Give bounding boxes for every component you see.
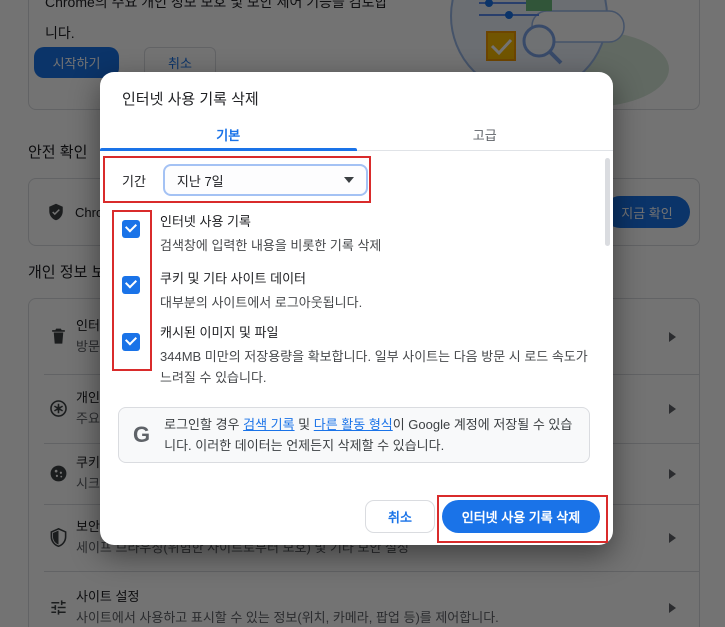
- cached-images-row[interactable]: 캐시된 이미지 및 파일 344MB 미만의 저장용량을 확보합니다. 일부 사…: [122, 324, 588, 388]
- notice-part1: 로그인할 경우: [164, 417, 244, 432]
- checkbox-description: 대부분의 사이트에서 로그아웃됩니다.: [160, 295, 363, 310]
- checkbox-label: 쿠키 및 기타 사이트 데이터: [160, 271, 307, 286]
- clear-data-button[interactable]: 인터넷 사용 기록 삭제: [442, 500, 600, 533]
- dialog-tabs: 기본 고급: [100, 118, 613, 151]
- cookies-data-row[interactable]: 쿠키 및 기타 사이트 데이터 대부분의 사이트에서 로그아웃됩니다.: [122, 270, 582, 313]
- browsing-history-checkbox[interactable]: [122, 220, 140, 238]
- google-account-notice: G 로그인할 경우 검색 기록 및 다른 활동 형식이 Google 계정에 저…: [118, 407, 590, 463]
- notice-text: 로그인할 경우 검색 기록 및 다른 활동 형식이 Google 계정에 저장될…: [164, 414, 575, 456]
- search-history-link[interactable]: 검색 기록: [243, 417, 294, 432]
- screen: Chrome의 주요 개인 정보 보호 및 보안 제어 기능을 검토합 니다. …: [0, 0, 725, 627]
- time-range-row: 기간 지난 7일: [122, 164, 368, 196]
- tab-basic-label: 기본: [216, 127, 241, 143]
- active-tab-underline: [100, 148, 357, 151]
- browsing-history-row[interactable]: 인터넷 사용 기록 검색창에 입력한 내용을 비롯한 기록 삭제: [122, 213, 582, 256]
- cookies-checkbox[interactable]: [122, 276, 140, 294]
- checkbox-description: 검색창에 입력한 내용을 비롯한 기록 삭제: [160, 238, 382, 253]
- dialog-cancel-button[interactable]: 취소: [365, 500, 435, 533]
- cached-images-checkbox[interactable]: [122, 333, 140, 351]
- time-range-label: 기간: [122, 173, 146, 189]
- time-range-value: 지난 7일: [176, 173, 224, 189]
- checkbox-label: 인터넷 사용 기록: [160, 214, 251, 229]
- time-range-select[interactable]: 지난 7일: [162, 164, 368, 196]
- notice-part2: 및: [294, 417, 314, 432]
- checkbox-description: 344MB 미만의 저장용량을 확보합니다. 일부 사이트는 다음 방문 시 로…: [160, 349, 588, 385]
- tab-advanced-label: 고급: [472, 127, 497, 143]
- checkbox-label: 캐시된 이미지 및 파일: [160, 325, 279, 340]
- tab-basic[interactable]: 기본: [100, 118, 357, 151]
- tab-advanced[interactable]: 고급: [357, 118, 614, 150]
- clear-browsing-data-dialog: 인터넷 사용 기록 삭제 기본 고급 기간 지난 7일 인터넷 사용 기록 검색…: [100, 72, 613, 545]
- dropdown-caret-icon: [343, 177, 354, 183]
- dialog-title: 인터넷 사용 기록 삭제: [122, 91, 259, 108]
- other-activity-link[interactable]: 다른 활동 형식: [314, 417, 393, 432]
- dialog-scrollbar-thumb[interactable]: [605, 158, 610, 246]
- google-g-icon: G: [133, 422, 151, 447]
